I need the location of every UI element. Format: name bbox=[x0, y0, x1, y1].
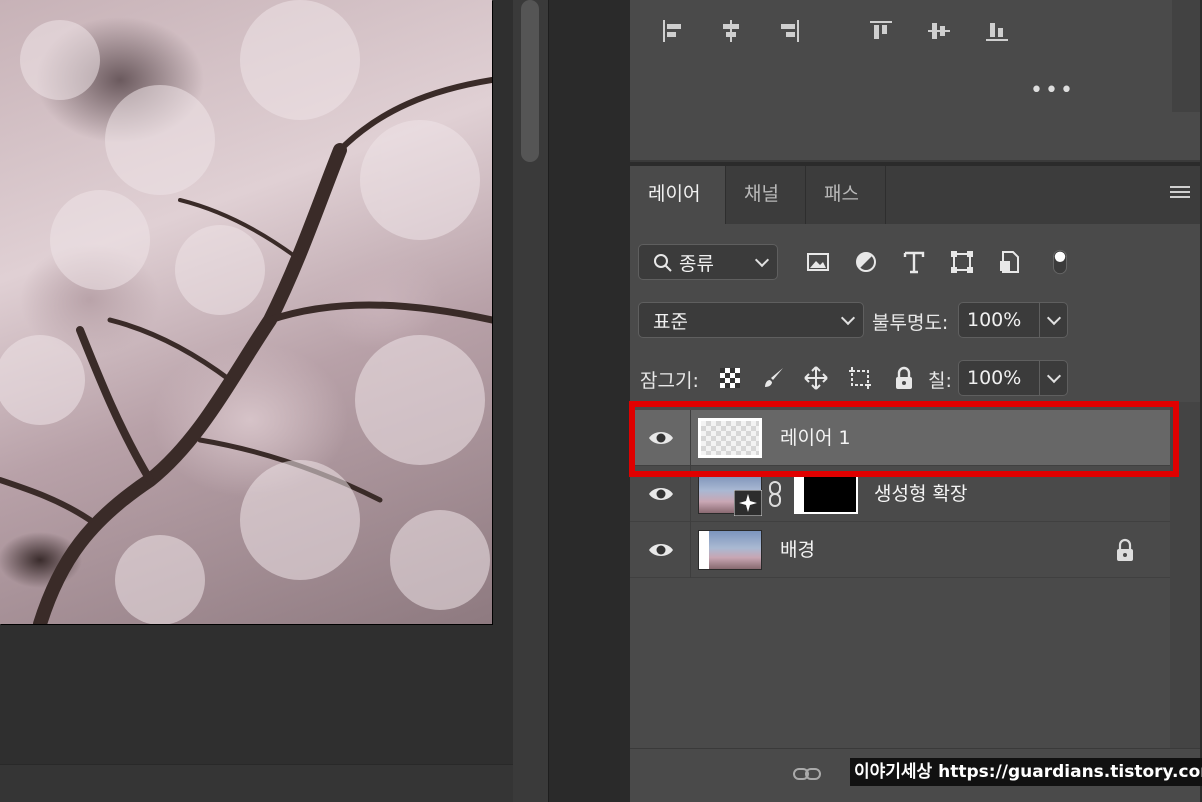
image-filter-icon[interactable] bbox=[804, 248, 832, 276]
layer-thumbnail bbox=[698, 418, 762, 458]
lock-position-icon[interactable] bbox=[802, 364, 830, 392]
align-bottom-icon[interactable] bbox=[982, 16, 1012, 46]
align-panel: ••• bbox=[630, 0, 1200, 162]
filter-toggle[interactable] bbox=[1048, 242, 1072, 282]
chain-link-icon[interactable] bbox=[768, 480, 782, 508]
visibility-eye-icon[interactable] bbox=[648, 482, 674, 506]
panel-tabs: 레이어 채널 패스 bbox=[630, 166, 1200, 224]
panel-divider bbox=[548, 0, 630, 802]
visibility-eye-icon[interactable] bbox=[648, 538, 674, 562]
align-left-icon[interactable] bbox=[658, 16, 688, 46]
lock-transparent-pixels-icon[interactable] bbox=[716, 364, 744, 392]
fill-label: 칠: bbox=[928, 370, 952, 392]
document-canvas[interactable] bbox=[0, 0, 548, 802]
layer-mask-thumbnail[interactable] bbox=[794, 474, 858, 514]
layer-name[interactable]: 배경 bbox=[780, 522, 815, 578]
lock-all-icon[interactable] bbox=[890, 364, 918, 392]
fill-input[interactable]: 100% bbox=[958, 360, 1068, 396]
layer-row-background[interactable]: 배경 bbox=[630, 522, 1170, 578]
chevron-down-icon bbox=[840, 310, 856, 326]
tab-paths[interactable]: 패스 bbox=[806, 166, 886, 224]
cherry-blossom-photo bbox=[0, 0, 492, 624]
align-vertical-center-icon[interactable] bbox=[924, 16, 954, 46]
fill-value: 100% bbox=[967, 367, 1022, 389]
filter-label: 종류 bbox=[679, 252, 714, 275]
opacity-value: 100% bbox=[967, 309, 1022, 331]
lock-image-pixels-icon[interactable] bbox=[760, 364, 788, 392]
layer-name[interactable]: 생성형 확장 bbox=[874, 466, 967, 522]
align-top-icon[interactable] bbox=[866, 16, 896, 46]
layers-scrollbar[interactable] bbox=[1170, 402, 1200, 752]
layer-name[interactable]: 레이어 1 bbox=[780, 410, 851, 466]
chevron-down-icon[interactable] bbox=[1046, 368, 1062, 384]
opacity-input[interactable]: 100% bbox=[958, 302, 1068, 338]
align-horizontal-center-icon[interactable] bbox=[716, 16, 746, 46]
blend-mode-select[interactable]: 표준 bbox=[638, 302, 864, 338]
layers-panel: 레이어 채널 패스 종류 표준 불투명도: 100% 잠그기: 칠: 100% … bbox=[630, 166, 1200, 802]
tab-layers[interactable]: 레이어 bbox=[630, 166, 726, 224]
type-filter-icon[interactable] bbox=[900, 248, 928, 276]
scrollbar-thumb[interactable] bbox=[521, 0, 539, 162]
lock-label: 잠그기: bbox=[640, 370, 699, 392]
canvas-horizontal-scrollbar[interactable] bbox=[0, 764, 513, 802]
more-options-button[interactable]: ••• bbox=[1030, 78, 1075, 103]
tab-channels[interactable]: 채널 bbox=[726, 166, 806, 224]
canvas-vertical-scrollbar[interactable] bbox=[513, 0, 548, 802]
align-panel-scrollbar[interactable] bbox=[1172, 0, 1200, 112]
visibility-eye-icon[interactable] bbox=[648, 426, 674, 450]
opacity-label: 불투명도: bbox=[872, 312, 949, 334]
layer-thumbnail bbox=[698, 530, 762, 570]
lock-icon bbox=[1117, 538, 1133, 561]
lock-artboard-icon[interactable] bbox=[846, 364, 874, 392]
shape-filter-icon[interactable] bbox=[948, 248, 976, 276]
blend-mode-value: 표준 bbox=[653, 310, 688, 333]
watermark: 이야기세상 https://guardians.tistory.com bbox=[850, 758, 1202, 786]
layer-row-generative-expand[interactable]: 생성형 확장 bbox=[630, 466, 1170, 522]
smart-object-filter-icon[interactable] bbox=[996, 248, 1024, 276]
layer-filter-select[interactable]: 종류 bbox=[638, 244, 778, 280]
chevron-down-icon[interactable] bbox=[1046, 310, 1062, 326]
generative-sparkle-icon bbox=[734, 490, 762, 516]
panel-menu-icon[interactable] bbox=[1170, 186, 1190, 202]
adjustment-filter-icon[interactable] bbox=[852, 248, 880, 276]
link-layers-icon[interactable] bbox=[792, 765, 822, 783]
chevron-down-icon bbox=[754, 252, 770, 268]
search-icon bbox=[654, 254, 672, 272]
layer-row-layer-1[interactable]: 레이어 1 bbox=[630, 410, 1170, 466]
align-right-icon[interactable] bbox=[774, 16, 804, 46]
